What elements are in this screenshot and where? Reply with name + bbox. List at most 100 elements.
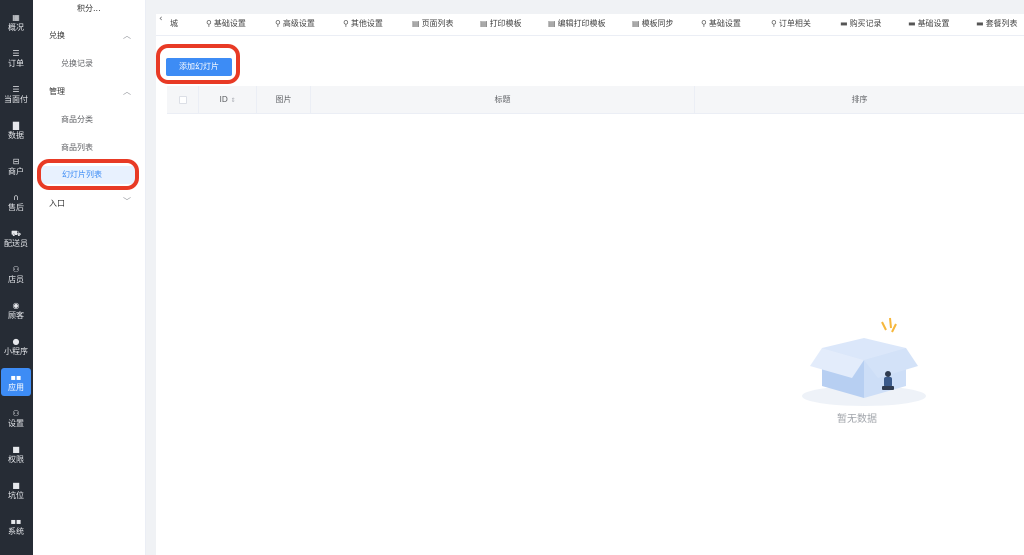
group-exchange[interactable]: 兑换 — [49, 30, 65, 41]
tab-label: 页面列表 — [421, 19, 454, 28]
rail-item-icon: ⊟ — [12, 157, 20, 166]
rail-item-label: 数据 — [8, 131, 24, 140]
tab-10[interactable]: ▬ 购买记录 — [840, 18, 882, 29]
card-icon: ▬ — [840, 19, 848, 28]
table-header: ID ⇕ 图片 标题 排序 — [167, 86, 1024, 114]
submenu-item-goods-list[interactable]: 商品列表 — [61, 142, 93, 153]
rail-item-icon: ▇ — [12, 121, 20, 130]
tab-0[interactable]: 城 — [170, 18, 178, 29]
rail-item-icon: ▦ — [12, 13, 20, 22]
user-icon: ⚲ — [206, 19, 212, 28]
rail-item-icon: ■ — [12, 481, 20, 490]
tab-label: 其他设置 — [350, 19, 383, 28]
column-sort: 排序 — [851, 95, 868, 104]
rail-item-7[interactable]: ⚇ 店员 — [1, 260, 31, 288]
main-content: 添加幻灯片 ID ⇕ 图片 标题 排序 暂无数据 — [156, 36, 1024, 555]
tab-5[interactable]: ▤ 打印模板 — [480, 18, 522, 29]
rail-item-label: 商户 — [8, 167, 24, 176]
rail-item-4[interactable]: ⊟ 商户 — [1, 152, 31, 180]
column-title: 标题 — [311, 86, 695, 114]
tab-12[interactable]: ▬ 套餐列表 — [976, 18, 1018, 29]
tab-label: 套餐列表 — [985, 19, 1018, 28]
tab-label: 购买记录 — [849, 19, 882, 28]
doc-icon: ▤ — [632, 19, 640, 28]
layout-gap — [146, 0, 156, 555]
rail-item-icon: ● — [12, 337, 20, 346]
tab-1[interactable]: ⚲ 基础设置 — [206, 18, 246, 29]
tab-label: 编辑打印模板 — [557, 19, 606, 28]
rail-item-label: 小程序 — [4, 347, 28, 356]
rail-item-10[interactable]: ▪▪ 应用 — [1, 368, 31, 396]
tab-label: 城 — [170, 19, 178, 28]
rail-item-icon: ⚇ — [12, 265, 20, 274]
rail-item-icon: ☰ — [12, 85, 20, 94]
rail-item-icon: ∩ — [13, 193, 19, 202]
highlight-annotation-add-button — [156, 44, 240, 84]
rail-item-1[interactable]: ☰ 订单 — [1, 44, 31, 72]
tab-3[interactable]: ⚲ 其他设置 — [343, 18, 383, 29]
tab-6[interactable]: ▤ 编辑打印模板 — [548, 18, 606, 29]
tab-11[interactable]: ▬ 基础设置 — [908, 18, 950, 29]
top-tab-bar: ‹ 城 ⚲ 基础设置 ⚲ 高级设置 ⚲ 其他设置 ▤ 页面列表 ▤ 打印模板 ▤ 编辑打印模板 ▤ 模板同步… — [156, 14, 1024, 36]
rail-item-2[interactable]: ☰ 当面付 — [1, 80, 31, 108]
rail-item-label: 配送员 — [4, 239, 28, 248]
highlight-annotation-slide-list — [37, 159, 139, 190]
rail-item-icon: ☰ — [12, 49, 20, 58]
tab-7[interactable]: ▤ 模板同步 — [632, 18, 674, 29]
chevron-up-icon[interactable]: ︿ — [123, 30, 131, 41]
column-id[interactable]: ID ⇕ — [199, 86, 257, 114]
card-icon: ▬ — [908, 19, 916, 28]
chevron-down-icon[interactable]: ﹀ — [123, 196, 131, 207]
user-icon: ⚲ — [701, 19, 707, 28]
user-icon: ⚲ — [275, 19, 281, 28]
rail-item-label: 设置 — [8, 419, 24, 428]
rail-item-label: 订单 — [8, 59, 24, 68]
rail-item-6[interactable]: ⛟ 配送员 — [1, 224, 31, 252]
tab-9[interactable]: ⚲ 订单相关 — [771, 18, 811, 29]
rail-item-3[interactable]: ▇ 数据 — [1, 116, 31, 144]
rail-item-12[interactable]: ■ 权限 — [1, 440, 31, 468]
rail-item-icon: ◉ — [12, 301, 20, 310]
group-manage[interactable]: 管理 — [49, 86, 65, 97]
rail-item-9[interactable]: ● 小程序 — [1, 332, 31, 360]
doc-icon: ▤ — [412, 19, 420, 28]
tab-scroll-left-icon[interactable]: ‹ — [159, 14, 163, 24]
rail-item-icon: ⛟ — [10, 229, 22, 238]
group-entry[interactable]: 入口 — [49, 198, 65, 209]
rail-item-5[interactable]: ∩ 售后 — [1, 188, 31, 216]
card-icon: ▬ — [976, 19, 984, 28]
chevron-up-icon[interactable]: ︿ — [123, 86, 131, 97]
tab-2[interactable]: ⚲ 高级设置 — [275, 18, 315, 29]
column-id-label: ID — [219, 95, 228, 104]
tab-8[interactable]: ⚲ 基础设置 — [701, 18, 741, 29]
rail-item-label: 售后 — [8, 203, 24, 212]
rail-item-label: 当面付 — [4, 95, 28, 104]
rail-item-8[interactable]: ◉ 顾客 — [1, 296, 31, 324]
rail-item-label: 坑位 — [8, 491, 24, 500]
submenu-item-goods-category[interactable]: 商品分类 — [61, 114, 93, 125]
tab-label: 高级设置 — [282, 19, 315, 28]
doc-icon: ▤ — [480, 19, 488, 28]
doc-icon: ▤ — [548, 19, 556, 28]
user-icon: ⚲ — [771, 19, 777, 28]
submenu-panel: 积分... 兑换 ︿ 兑换记录 管理 ︿ 商品分类 商品列表 幻灯片列表 入口 … — [33, 0, 146, 555]
sort-icon[interactable]: ⇕ — [231, 97, 236, 104]
tab-label: 基础设置 — [708, 19, 741, 28]
rail-item-label: 权限 — [8, 455, 24, 464]
tab-label: 基础设置 — [213, 19, 246, 28]
rail-item-icon: ⚇ — [12, 409, 20, 418]
tab-label: 订单相关 — [778, 19, 811, 28]
rail-item-label: 店员 — [8, 275, 24, 284]
submenu-top-item[interactable]: 积分... — [77, 3, 101, 14]
rail-item-14[interactable]: ▪▪ 系统 — [1, 512, 31, 540]
rail-item-label: 顾客 — [8, 311, 24, 320]
rail-item-label: 概况 — [8, 23, 24, 32]
rail-item-11[interactable]: ⚇ 设置 — [1, 404, 31, 432]
checkbox-column — [167, 86, 199, 114]
rail-item-13[interactable]: ■ 坑位 — [1, 476, 31, 504]
rail-item-0[interactable]: ▦ 概况 — [1, 8, 31, 36]
submenu-item-exchange-records[interactable]: 兑换记录 — [61, 58, 93, 69]
column-image: 图片 — [257, 86, 311, 114]
tab-label: 模板同步 — [641, 19, 674, 28]
tab-4[interactable]: ▤ 页面列表 — [412, 18, 454, 29]
